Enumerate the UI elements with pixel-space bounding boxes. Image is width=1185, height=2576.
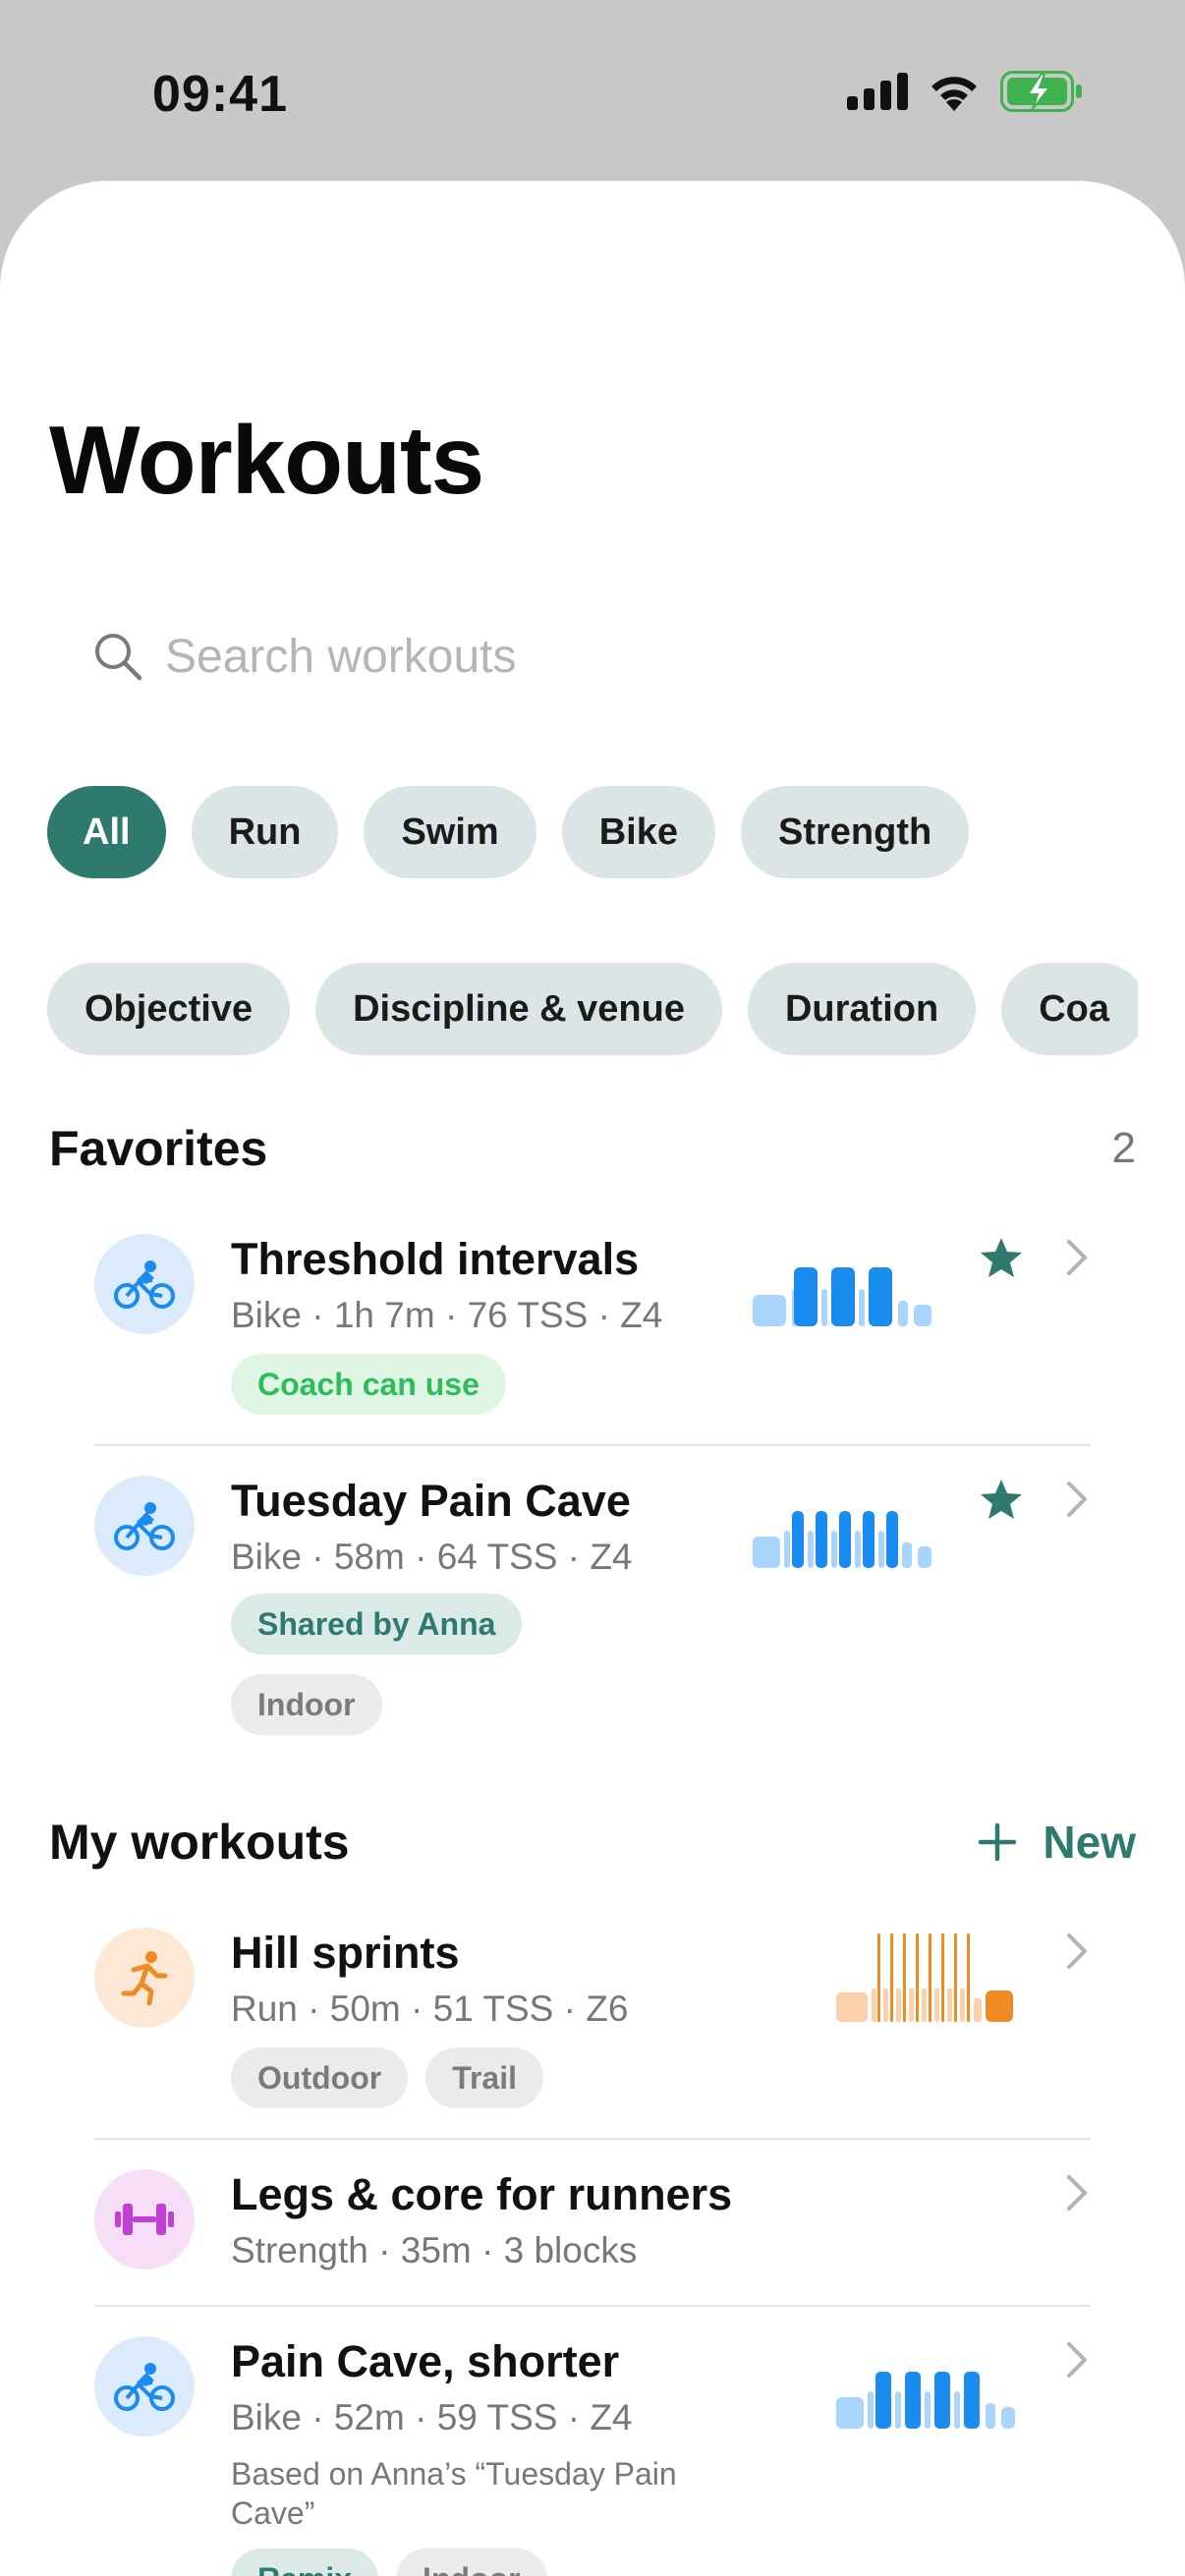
bike-icon — [94, 1234, 195, 1334]
workout-row-threshold-intervals[interactable]: Threshold intervals Bike · 1h 7m · 76 TS… — [94, 1230, 1091, 1427]
workout-tags: Shared by Anna — [231, 1594, 523, 1654]
workout-row-hill-sprints[interactable]: Hill sprints Run · 50m · 51 TSS · Z6 Out… — [94, 1924, 1091, 2120]
search-icon — [95, 634, 142, 681]
dumbbell-icon — [94, 2169, 195, 2269]
workout-tags: Remix Indoor — [231, 2548, 547, 2576]
bike-icon — [94, 1476, 195, 1576]
filter-discipline-venue[interactable]: Discipline & venue — [315, 963, 722, 1055]
status-time: 09:41 — [152, 66, 288, 123]
workout-row-tuesday-pain-cave[interactable]: Tuesday Pain Cave Bike · 58m · 64 TSS · … — [94, 1472, 1091, 1737]
workout-row-pain-cave-shorter[interactable]: Pain Cave, shorter Bike · 52m · 59 TSS ·… — [94, 2332, 1091, 2576]
workout-tags: Coach can use — [231, 1354, 506, 1415]
intensity-sparkline — [753, 1511, 931, 1568]
wifi-icon — [931, 77, 977, 111]
chip-strength[interactable]: Strength — [740, 786, 970, 878]
row-divider — [94, 2138, 1091, 2140]
favorites-header: Favorites 2 — [49, 1120, 1136, 1177]
filter-chips: Objective Discipline & venue Duration Co… — [47, 963, 1138, 1055]
tag-shared-by-anna: Shared by Anna — [231, 1594, 523, 1654]
workout-title: Tuesday Pain Cave — [231, 1476, 631, 1526]
my-workouts-header: My workouts New — [49, 1814, 1136, 1871]
my-workouts-title: My workouts — [49, 1815, 350, 1870]
workout-title: Hill sprints — [231, 1928, 460, 1978]
chevron-right-icon — [1067, 2175, 1087, 2211]
chevron-right-icon — [1067, 1482, 1087, 1517]
new-button-label: New — [1043, 1817, 1136, 1868]
filter-duration[interactable]: Duration — [747, 963, 977, 1055]
workout-row-legs-core[interactable]: Legs & core for runners Strength · 35m ·… — [94, 2165, 1091, 2303]
workout-meta: Run · 50m · 51 TSS · Z6 — [231, 1988, 629, 2029]
status-icons — [847, 71, 1083, 112]
battery-charging-icon — [1000, 71, 1082, 112]
intensity-sparkline — [836, 2372, 1015, 2429]
filter-objective[interactable]: Objective — [47, 963, 291, 1055]
chevron-right-icon — [1067, 1240, 1087, 1275]
intensity-sparkline — [836, 1933, 1013, 2022]
type-chips: All Run Swim Bike Strength — [47, 786, 970, 878]
workout-tags: Outdoor Trail — [231, 2047, 543, 2108]
workout-title: Pain Cave, shorter — [231, 2336, 620, 2386]
tag-indoor: Indoor — [396, 2548, 547, 2576]
workout-meta: Strength · 35m · 3 blocks — [231, 2230, 638, 2270]
tag-outdoor: Outdoor — [231, 2047, 409, 2108]
tag-trail: Trail — [425, 2047, 543, 2108]
workout-meta: Bike · 1h 7m · 76 TSS · Z4 — [231, 1295, 663, 1335]
chevron-right-icon — [1067, 2342, 1087, 2378]
cellular-signal-icon — [847, 73, 908, 110]
plus-icon — [979, 1822, 1017, 1862]
favorites-title: Favorites — [49, 1121, 268, 1176]
chip-all[interactable]: All — [47, 786, 166, 878]
workout-title: Threshold intervals — [231, 1234, 640, 1284]
filter-coach[interactable]: Coa — [1001, 963, 1138, 1055]
workout-meta: Bike · 58m · 64 TSS · Z4 — [231, 1537, 633, 1577]
tag-coach-can-use: Coach can use — [231, 1354, 506, 1415]
chip-run[interactable]: Run — [191, 786, 339, 878]
chevron-right-icon — [1067, 1933, 1087, 1969]
intensity-sparkline — [753, 1267, 931, 1326]
search-input[interactable]: Search workouts — [165, 630, 517, 684]
favorite-star-icon[interactable] — [979, 1236, 1024, 1281]
workout-title: Legs & core for runners — [231, 2169, 733, 2219]
row-divider — [94, 1444, 1091, 1446]
row-divider — [94, 2305, 1091, 2307]
chip-swim[interactable]: Swim — [364, 786, 536, 878]
favorites-count: 2 — [1111, 1124, 1136, 1172]
tag-remix: Remix — [231, 2548, 379, 2576]
status-bar: 09:41 — [0, 0, 1185, 187]
tag-indoor: Indoor — [231, 1674, 382, 1735]
bike-icon — [94, 2336, 195, 2436]
new-workout-button[interactable]: New — [978, 1816, 1136, 1869]
search-bar[interactable]: Search workouts — [49, 597, 1136, 715]
run-icon — [94, 1928, 195, 2028]
workout-tags: Indoor — [231, 1674, 382, 1735]
workout-meta: Bike · 52m · 59 TSS · Z4 — [231, 2397, 633, 2437]
workout-note: Based on Anna’s “Tuesday Pain Cave” — [231, 2456, 677, 2531]
favorite-star-icon[interactable] — [979, 1478, 1024, 1523]
chip-bike[interactable]: Bike — [561, 786, 715, 878]
page-title: Workouts — [49, 406, 484, 514]
